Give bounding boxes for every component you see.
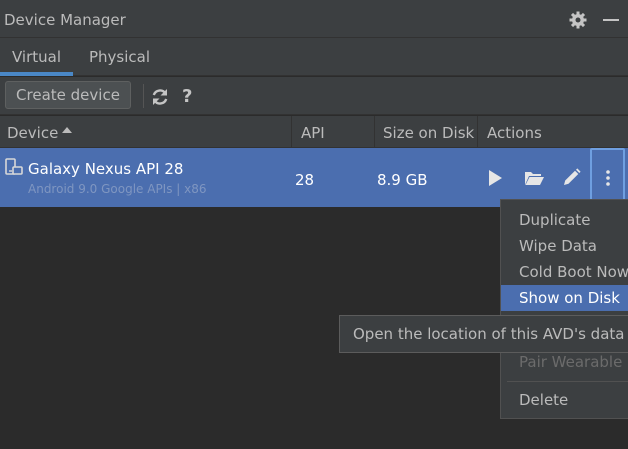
column-divider[interactable] [291, 116, 292, 148]
column-divider[interactable] [374, 116, 375, 148]
folder-open-icon[interactable] [522, 166, 546, 190]
device-api: 28 [295, 171, 315, 189]
menu-item-delete[interactable]: Delete [519, 391, 568, 409]
help-icon[interactable]: ? [182, 86, 192, 107]
menu-item-show-on-disk[interactable]: Show on Disk [519, 289, 620, 307]
refresh-icon[interactable] [150, 87, 170, 107]
menu-item-duplicate[interactable]: Duplicate [519, 211, 590, 229]
column-header-size[interactable]: Size on Disk [383, 124, 474, 142]
menu-item-wipe-data[interactable]: Wipe Data [519, 237, 597, 255]
column-header-device[interactable]: Device [7, 124, 58, 142]
device-name: Galaxy Nexus API 28 [28, 160, 184, 178]
device-subtitle: Android 9.0 Google APIs | x86 [28, 182, 207, 196]
menu-divider [507, 381, 628, 382]
selected-tab-indicator [0, 72, 73, 76]
gear-icon[interactable] [569, 11, 587, 29]
toolbar-divider [143, 84, 144, 108]
menu-item-pair-wearable: Pair Wearable [519, 353, 623, 371]
create-device-button[interactable]: Create device [5, 81, 131, 109]
menu-item-cold-boot-now[interactable]: Cold Boot Now [519, 263, 628, 281]
column-divider[interactable] [477, 116, 478, 148]
play-icon[interactable] [483, 166, 507, 190]
tooltip-text: Open the location of this AVD's data fil… [353, 325, 628, 343]
phone-icon [5, 158, 23, 178]
minimize-icon[interactable] [603, 19, 619, 21]
column-header-api[interactable]: API [301, 124, 325, 142]
device-size: 8.9 GB [377, 171, 428, 189]
column-header-actions: Actions [487, 124, 542, 142]
tab-virtual[interactable]: Virtual [12, 48, 61, 66]
tab-physical[interactable]: Physical [89, 48, 150, 66]
more-vertical-icon [606, 170, 610, 186]
pencil-icon[interactable] [559, 166, 583, 190]
window-title: Device Manager [4, 11, 126, 29]
sort-ascending-icon [62, 127, 72, 133]
